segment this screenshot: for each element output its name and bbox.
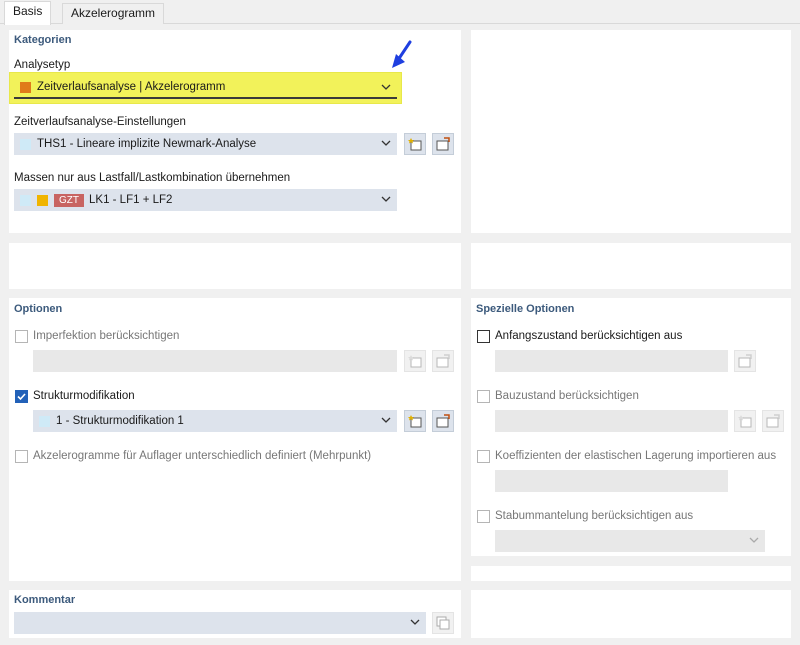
koeffizienten-select[interactable] (495, 470, 728, 492)
strukturmodifikation-label: Strukturmodifikation (33, 390, 135, 402)
strukturmodifikation-color-swatch (39, 415, 50, 427)
chevron-down-icon (749, 537, 759, 543)
einstellungen-select[interactable]: THS1 - Lineare implizite Newmark-Analyse (14, 133, 397, 155)
edit-bauzustand-button[interactable] (762, 410, 784, 432)
edit-item-icon (766, 414, 780, 428)
new-item-icon (408, 138, 422, 151)
edit-settings-button[interactable] (432, 133, 454, 155)
check-icon (17, 393, 26, 401)
kategorien-title: Kategorien (14, 34, 72, 46)
chevron-down-icon (381, 140, 391, 146)
analysetyp-color-swatch (20, 81, 31, 93)
kommentar-input[interactable] (14, 612, 426, 634)
bauzustand-select[interactable] (495, 410, 728, 432)
new-settings-button[interactable] (404, 133, 426, 155)
empty-panel-right (471, 243, 791, 289)
edit-item-icon (436, 414, 450, 428)
anfangszustand-label: Anfangszustand berücksichtigen aus (495, 330, 683, 342)
chevron-down-icon (381, 417, 391, 423)
imperfektion-select[interactable] (33, 350, 397, 372)
new-bauzustand-button[interactable] (734, 410, 756, 432)
new-strukturmodifikation-button[interactable] (404, 410, 426, 432)
tab-bar: Basis Akzelerogramm (0, 0, 800, 25)
strukturmodifikation-value: 1 - Strukturmodifikation 1 (56, 415, 184, 427)
empty-panel-left (9, 243, 461, 289)
strukturmodifikation-select[interactable]: 1 - Strukturmodifikation 1 (33, 410, 397, 432)
kommentar-title: Kommentar (14, 594, 76, 606)
koeffizienten-checkbox[interactable] (477, 450, 490, 463)
massen-select[interactable]: GZT LK1 - LF1 + LF2 (14, 189, 397, 211)
massen-color-swatch-2 (37, 194, 48, 206)
analysetyp-select[interactable]: Zeitverlaufsanalyse | Akzelerogramm (14, 77, 397, 99)
imperfektion-label: Imperfektion berücksichtigen (33, 330, 180, 342)
imperfektion-checkbox[interactable] (15, 330, 28, 343)
anfangszustand-select[interactable] (495, 350, 728, 372)
new-item-icon (738, 415, 752, 428)
stabummantelung-checkbox[interactable] (477, 510, 490, 523)
bauzustand-label: Bauzustand berücksichtigen (495, 390, 639, 402)
chevron-down-icon (381, 84, 391, 90)
analysetyp-label: Analysetyp (14, 59, 71, 71)
einstellungen-color-swatch (20, 138, 31, 150)
copy-comment-button[interactable] (432, 612, 454, 634)
optionen-title: Optionen (14, 303, 63, 315)
spezielle-optionen-title: Spezielle Optionen (476, 303, 575, 315)
edit-item-icon (436, 354, 450, 368)
massen-label: Massen nur aus Lastfall/Lastkombination … (14, 172, 291, 184)
edit-strukturmodifikation-button[interactable] (432, 410, 454, 432)
edit-item-icon (436, 137, 450, 151)
stabummantelung-label: Stabummantelung berücksichtigen aus (495, 510, 694, 522)
bauzustand-checkbox[interactable] (477, 390, 490, 403)
kommentar-side-panel (471, 590, 791, 638)
new-item-icon (408, 355, 422, 368)
tab-basis[interactable]: Basis (4, 1, 52, 25)
tab-akzelerogramm[interactable]: Akzelerogramm (62, 3, 165, 24)
new-imperfektion-button[interactable] (404, 350, 426, 372)
edit-imperfektion-button[interactable] (432, 350, 454, 372)
kategorien-side-panel (471, 30, 791, 233)
analysetyp-value: Zeitverlaufsanalyse | Akzelerogramm (37, 81, 226, 93)
einstellungen-value: THS1 - Lineare implizite Newmark-Analyse (37, 138, 257, 150)
stabummantelung-select[interactable] (495, 530, 765, 552)
einstellungen-label: Zeitverlaufsanalyse-Einstellungen (14, 116, 186, 128)
spezielle-optionen-footer-panel (471, 566, 791, 581)
koeffizienten-label: Koeffizienten der elastischen Lagerung i… (495, 450, 777, 462)
anfangszustand-checkbox[interactable] (477, 330, 490, 343)
massen-value: LK1 - LF1 + LF2 (89, 194, 173, 206)
chevron-down-icon (381, 196, 391, 202)
massen-badge: GZT (54, 193, 84, 207)
annotation-arrow-icon (392, 40, 412, 68)
massen-color-swatch-1 (20, 194, 31, 206)
akzelerogramme-label: Akzelerogramme für Auflager unterschiedl… (33, 450, 372, 462)
edit-anfangszustand-button[interactable] (734, 350, 756, 372)
edit-item-icon (738, 354, 752, 368)
new-item-icon (408, 415, 422, 428)
chevron-down-icon (410, 619, 420, 625)
strukturmodifikation-checkbox[interactable] (15, 390, 28, 403)
akzelerogramme-checkbox[interactable] (15, 450, 28, 463)
copy-icon (436, 616, 450, 630)
